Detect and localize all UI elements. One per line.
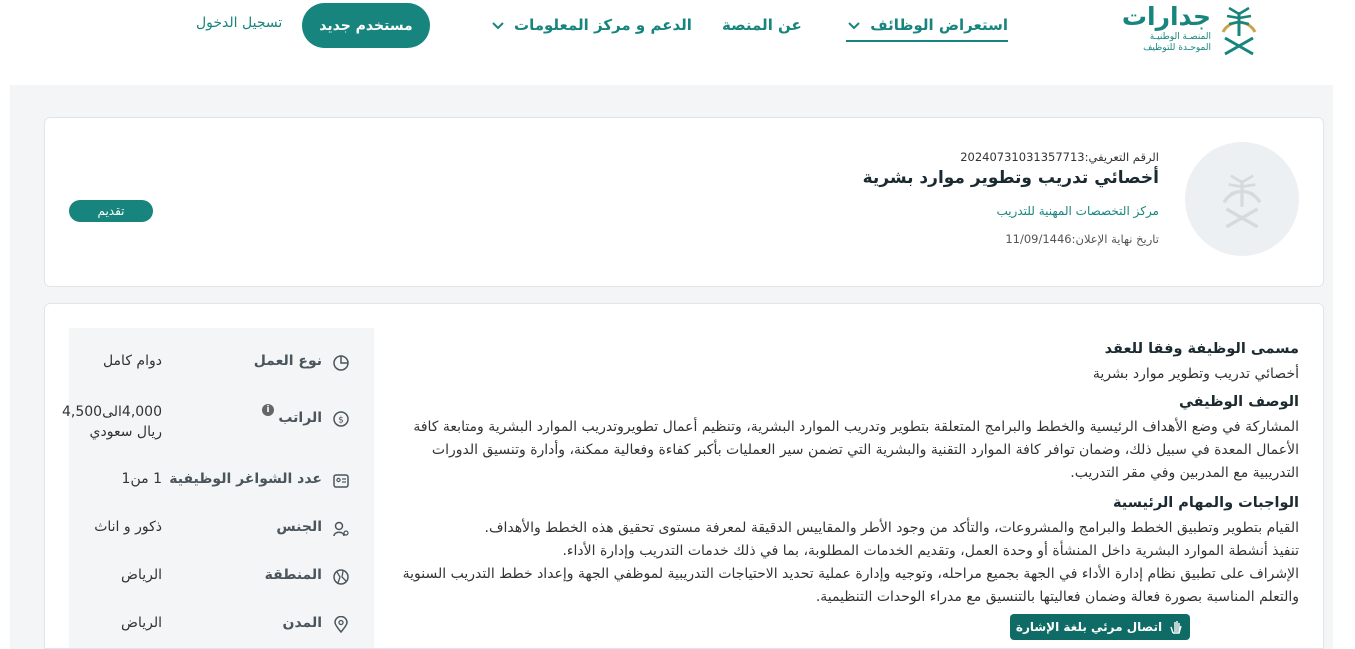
attr-label: عدد الشواغر الوظيفية <box>169 471 322 487</box>
job-summary-card: الرقم التعريفي:20240731031357713 أخصائي … <box>44 117 1324 287</box>
nav-jobs-label: استعراض الوظائف <box>870 16 1008 34</box>
duty-item: القيام بتطوير وتطبيق الخطط والبرامج والم… <box>484 520 1299 536</box>
login-button[interactable]: تسجيل الدخول <box>196 15 282 31</box>
nav-support[interactable]: الدعم و مركز المعلومات <box>490 16 692 34</box>
duty-item: تنفيذ أنشطة الموارد البشرية داخل المنشأة… <box>562 543 1299 559</box>
info-icon[interactable]: i <box>262 404 274 416</box>
job-id-value: 20240731031357713 <box>960 150 1085 164</box>
hand-sign-icon <box>1170 621 1182 634</box>
gender-icon <box>333 521 349 537</box>
job-details-card: نوع العمل دوام كامل $ الراتب i 4,000الى4… <box>44 303 1324 649</box>
id-card-icon <box>333 474 349 488</box>
logo-subtitle-2: الموحـدة للتوظيف <box>1143 43 1211 53</box>
attr-value: ذكور و اناث <box>94 519 162 535</box>
nav-about[interactable]: عن المنصة <box>722 16 802 34</box>
attr-label: نوع العمل <box>253 353 322 369</box>
attr-region: المنطقة الرياض <box>69 562 374 592</box>
attr-work-type: نوع العمل دوام كامل <box>69 348 374 378</box>
job-attributes-panel: نوع العمل دوام كامل $ الراتب i 4,000الى4… <box>61 328 374 648</box>
description-heading: الوصف الوظيفي <box>1178 394 1299 410</box>
nav-about-label: عن المنصة <box>722 16 802 34</box>
chevron-down-icon <box>848 22 860 30</box>
nav-support-label: الدعم و مركز المعلومات <box>514 16 692 34</box>
attr-vacancies: عدد الشواغر الوظيفية 1 من1 <box>69 466 374 496</box>
deadline: تاريخ نهاية الإعلان:11/09/1446 <box>1005 232 1159 246</box>
logo-subtitle-1: المنصـة الوطنيـة <box>1149 32 1211 42</box>
company-placeholder-icon <box>1222 174 1262 229</box>
svg-text:$: $ <box>338 416 344 426</box>
attr-value: الرياض <box>121 567 162 583</box>
company-logo <box>1185 142 1299 256</box>
attr-label: الجنس <box>276 519 322 535</box>
attr-value: 1 من1 <box>121 471 162 487</box>
job-details-content: مسمى الوظيفة وفقا للعقد أخصائي تدريب وتط… <box>389 334 1299 609</box>
contract-title-text: أخصائي تدريب وتطوير موارد بشرية <box>1092 366 1299 382</box>
nav-jobs[interactable]: استعراض الوظائف <box>846 16 1008 42</box>
company-name-link[interactable]: مركز التخصصات المهنية للتدريب <box>996 204 1159 218</box>
attr-value: الرياض <box>121 615 162 631</box>
attr-value: 4,000الى4,500 ريال سعودي <box>61 404 162 440</box>
sign-language-call-button[interactable]: اتصال مرئي بلغة الإشارة <box>1010 614 1190 640</box>
map-icon <box>333 569 349 585</box>
attr-label: المدن <box>282 615 322 631</box>
deadline-value: 11/09/1446 <box>1005 232 1072 246</box>
money-icon: $ <box>333 411 349 427</box>
duties-heading: الواجبات والمهام الرئيسية <box>1112 495 1299 511</box>
logo-brand: جدارات <box>1121 2 1211 31</box>
duty-item: الإشراف على تطبيق نظام إدارة الأداء في ا… <box>402 566 1299 605</box>
attr-label: المنطقة <box>264 567 322 583</box>
duties-list: القيام بتطوير وتطبيق الخطط والبرامج والم… <box>389 517 1299 609</box>
deadline-label: تاريخ نهاية الإعلان: <box>1071 232 1159 246</box>
attr-label: الراتب <box>278 410 322 426</box>
attr-salary: $ الراتب i 4,000الى4,500 ريال سعودي <box>61 402 374 448</box>
sign-language-label: اتصال مرئي بلغة الإشارة <box>1015 620 1163 634</box>
header: جدارات المنصـة الوطنيـة الموحـدة للتوظيف… <box>0 0 1355 85</box>
site-logo[interactable]: جدارات المنصـة الوطنيـة الموحـدة للتوظيف <box>1121 2 1265 56</box>
job-title: أخصائي تدريب وتطوير موارد بشرية <box>862 168 1159 188</box>
new-user-button[interactable]: مستخدم جديد <box>302 3 430 48</box>
job-id-label: الرقم التعريفي: <box>1084 150 1159 164</box>
job-id: الرقم التعريفي:20240731031357713 <box>960 150 1159 164</box>
description-text: المشاركة في وضع الأهداف الرئيسية والخطط … <box>413 419 1299 481</box>
location-pin-icon <box>334 616 348 634</box>
attr-gender: الجنس ذكور و اناث <box>69 514 374 544</box>
attr-value: دوام كامل <box>102 353 162 369</box>
contract-title-heading: مسمى الوظيفة وفقا للعقد <box>1104 341 1299 357</box>
chevron-down-icon <box>492 22 504 30</box>
apply-button[interactable]: تقديم <box>69 200 153 222</box>
attr-cities: المدن الرياض <box>69 610 374 640</box>
palm-emblem-icon <box>1221 6 1257 56</box>
pie-chart-icon <box>333 355 349 371</box>
